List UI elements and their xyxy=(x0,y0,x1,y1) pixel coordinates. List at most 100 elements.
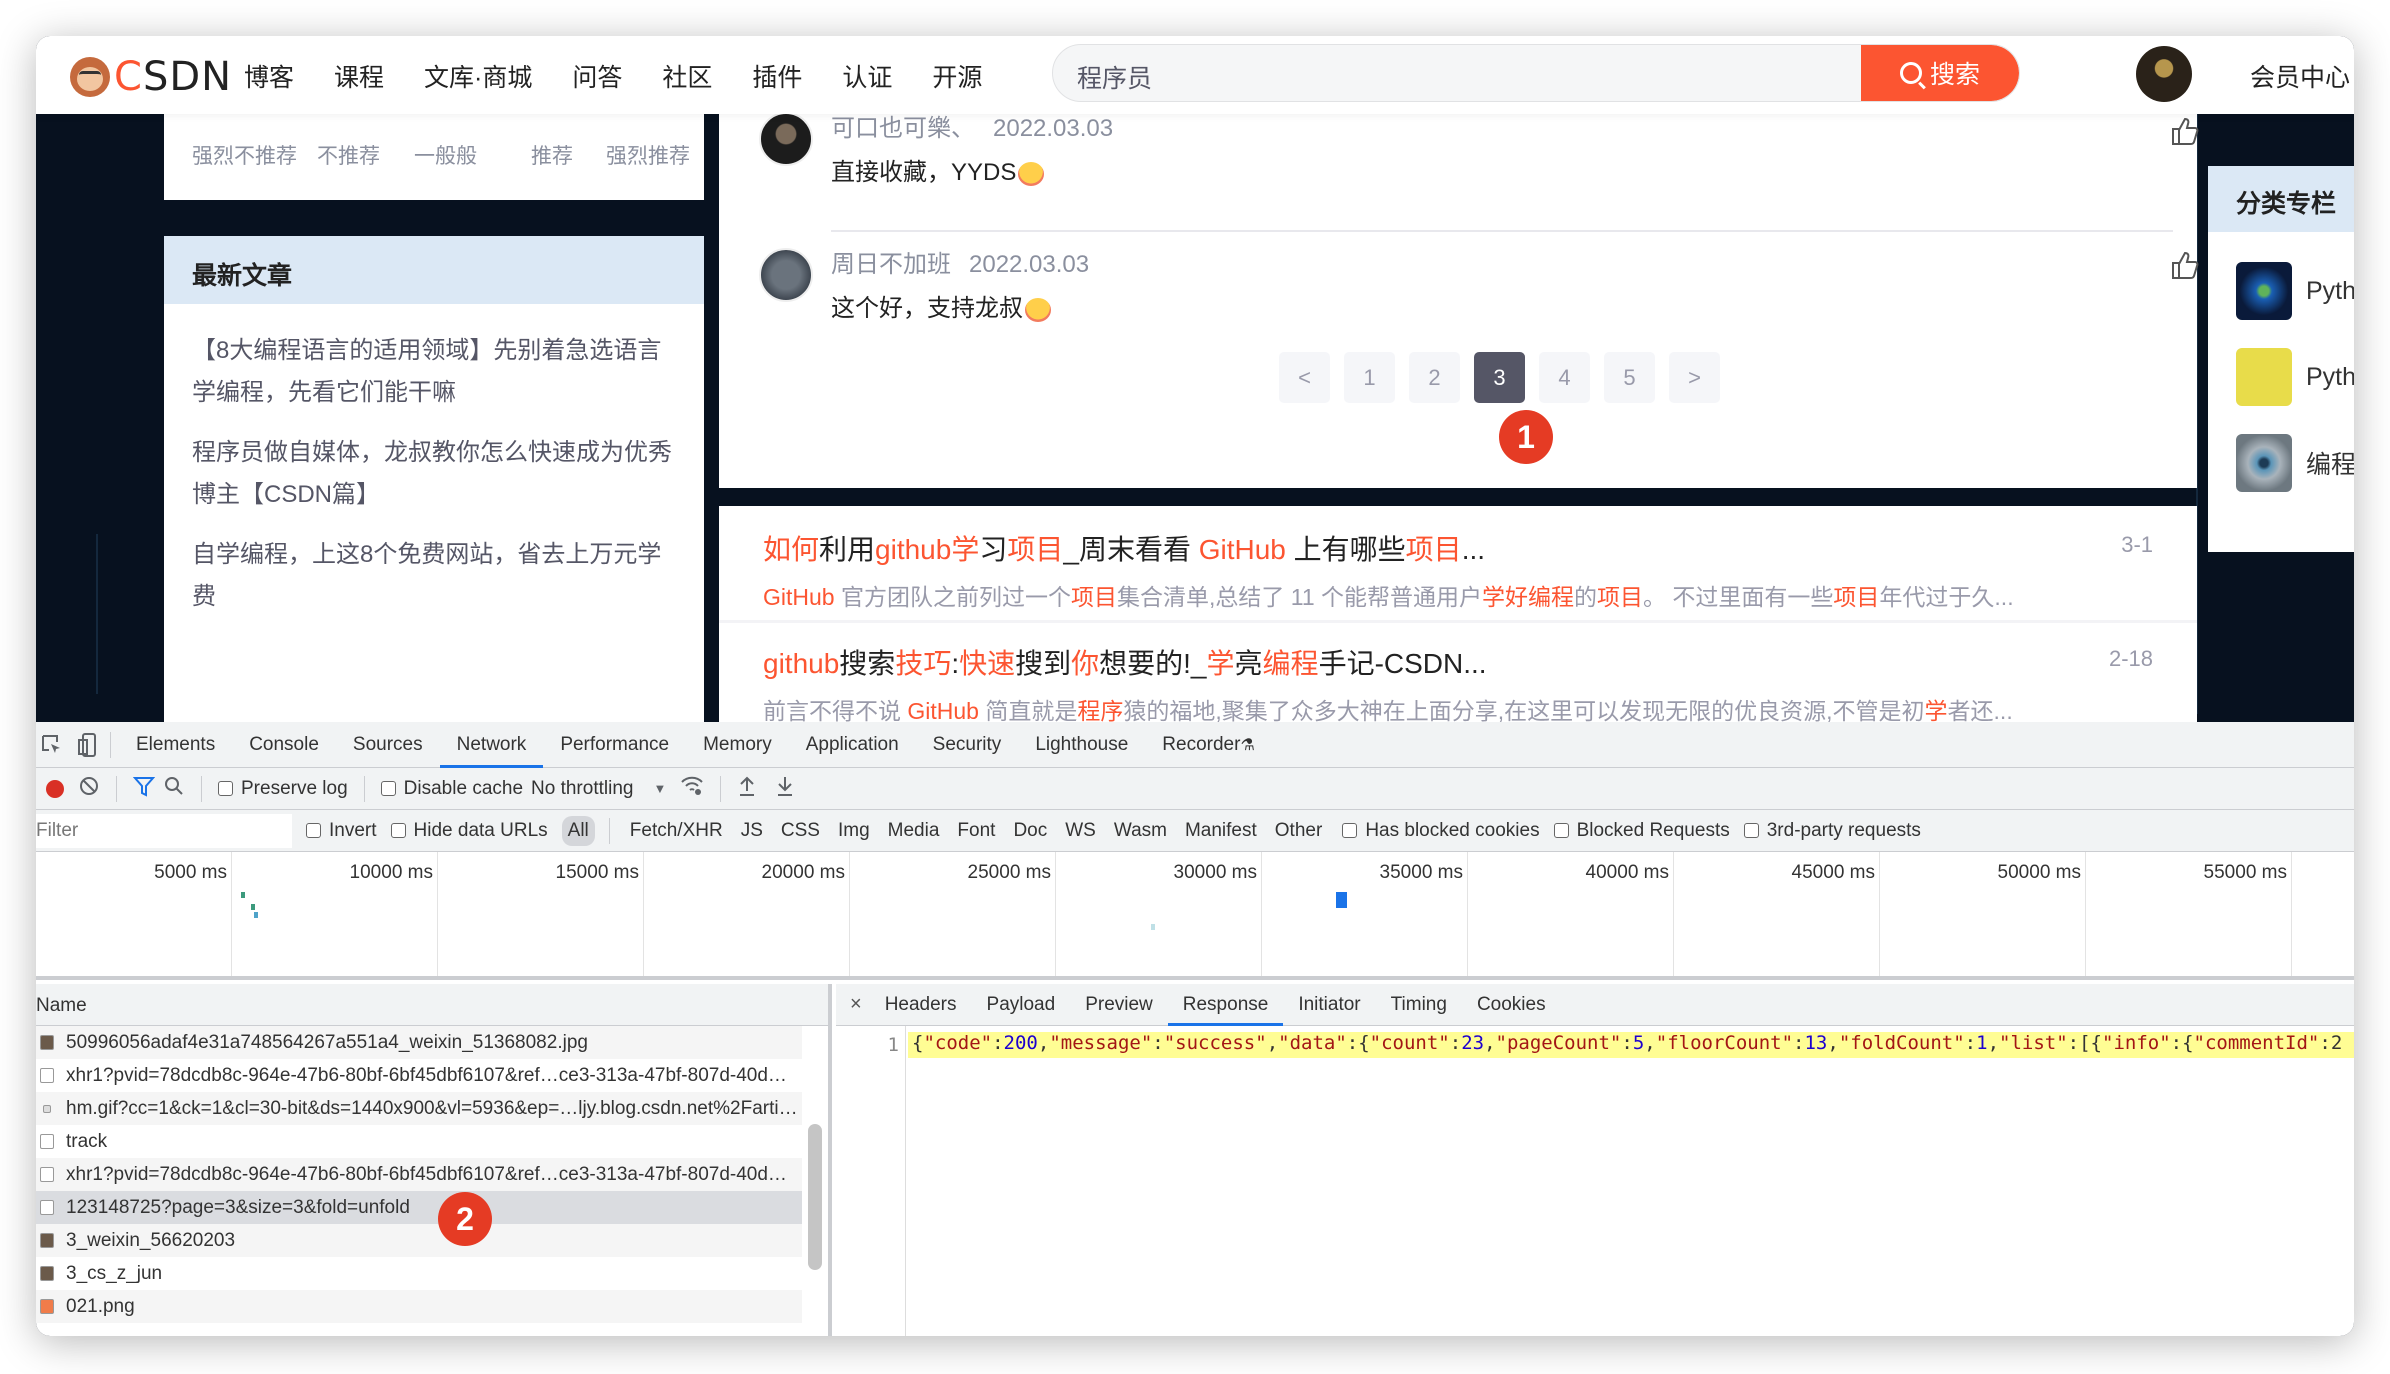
devtools-tab-application[interactable]: Application xyxy=(789,722,916,768)
network-overview-timeline[interactable]: 5000 ms 10000 ms 15000 ms 20000 ms 25000 ms 3… xyxy=(36,852,2354,980)
invert-checkbox[interactable]: Invert xyxy=(306,820,377,842)
export-har-icon[interactable] xyxy=(775,775,795,803)
rating-option[interactable]: 强烈不推荐 xyxy=(192,140,297,170)
resource-type-img[interactable]: Img xyxy=(832,816,876,846)
disable-cache-checkbox[interactable]: Disable cache xyxy=(380,778,523,800)
request-row[interactable]: 021.png xyxy=(36,1290,802,1323)
commenter-avatar[interactable] xyxy=(759,248,813,302)
request-row[interactable]: hm.gif?cc=1&ck=1&cl=30-bit&ds=1440x900&v… xyxy=(36,1092,802,1125)
related-article[interactable]: 如何利用github学习项目_周末看看 GitHub 上有哪些项目... GitH… xyxy=(763,528,2153,612)
latest-article-link[interactable]: 程序员做自媒体，龙叔教你怎么快速成为优秀博主【CSDN篇】 xyxy=(164,432,704,516)
device-toolbar-icon[interactable] xyxy=(74,731,102,759)
pagination-page-1[interactable]: 1 xyxy=(1344,352,1395,403)
request-row[interactable]: xhr1?pvid=78dcdb8c-964e-47b6-80bf-6bf45d… xyxy=(36,1158,802,1191)
resource-type-wasm[interactable]: Wasm xyxy=(1108,816,1173,846)
request-row[interactable]: 3_weixin_56620203 xyxy=(36,1224,802,1257)
nav-item[interactable]: 插件 xyxy=(752,58,802,94)
preserve-log-checkbox[interactable]: Preserve log xyxy=(218,778,348,800)
related-article-title[interactable]: github搜索技巧:快速搜到你想要的!_学亮编程手记-CSDN... xyxy=(763,642,2153,682)
resource-type-css[interactable]: CSS xyxy=(775,816,826,846)
vip-center-link[interactable]: 会员中心 xyxy=(2250,58,2350,94)
search-input[interactable]: 程序员 xyxy=(1077,59,1152,95)
rating-option[interactable]: 一般般 xyxy=(414,140,477,170)
resource-type-ws[interactable]: WS xyxy=(1059,816,1102,846)
hide-data-urls-checkbox[interactable]: Hide data URLs xyxy=(390,820,548,842)
nav-item[interactable]: 文库·商城 xyxy=(424,58,532,94)
nav-item[interactable]: 开源 xyxy=(932,58,982,94)
latest-article-link[interactable]: 【8大编程语言的适用领域】先别着急选语言学编程，先看它们能干嘛 xyxy=(164,330,704,414)
pagination-page-4[interactable]: 4 xyxy=(1539,352,1590,403)
request-row[interactable]: 3_cs_z_jun xyxy=(36,1257,802,1290)
throttling-select[interactable]: No throttling ▼ xyxy=(531,778,666,800)
close-icon[interactable]: × xyxy=(850,993,862,1016)
detail-tab-preview[interactable]: Preview xyxy=(1070,984,1168,1026)
resource-type-fetch-xhr[interactable]: Fetch/XHR xyxy=(624,816,729,846)
devtools-tab-network[interactable]: Network xyxy=(439,722,544,768)
inspect-element-icon[interactable] xyxy=(38,731,66,759)
devtools-tab-console[interactable]: Console xyxy=(232,722,336,768)
pagination-page-5[interactable]: 5 xyxy=(1604,352,1655,403)
resource-type-manifest[interactable]: Manifest xyxy=(1179,816,1263,846)
nav-item[interactable]: 博客 xyxy=(244,58,294,94)
pagination-page-3[interactable]: 3 xyxy=(1474,352,1525,403)
devtools-tab-memory[interactable]: Memory xyxy=(686,722,789,768)
category-item[interactable]: 编程 xyxy=(2236,434,2354,492)
record-button[interactable] xyxy=(46,779,64,798)
pagination-prev-button[interactable]: < xyxy=(1279,352,1330,403)
nav-item[interactable]: 认证 xyxy=(842,58,892,94)
related-article[interactable]: github搜索技巧:快速搜到你想要的!_学亮编程手记-CSDN... 前言不得不… xyxy=(763,642,2153,722)
devtools-tab-sources[interactable]: Sources xyxy=(336,722,440,768)
related-article-title[interactable]: 如何利用github学习项目_周末看看 GitHub 上有哪些项目... xyxy=(763,528,2153,568)
resource-type-all[interactable]: All xyxy=(561,815,595,846)
pagination-next-button[interactable]: > xyxy=(1669,352,1720,403)
resource-type-doc[interactable]: Doc xyxy=(1007,816,1053,846)
csdn-logo[interactable]: CSDN xyxy=(70,54,232,100)
search-icon[interactable] xyxy=(163,775,185,803)
category-item[interactable]: Pyth xyxy=(2236,262,2354,320)
request-row[interactable]: track xyxy=(36,1125,802,1158)
request-list-scrollbar[interactable] xyxy=(808,1124,822,1270)
devtools-tab-recorder[interactable]: Recorder ⚗ xyxy=(1145,722,1272,768)
filter-input[interactable]: Filter xyxy=(36,813,292,848)
devtools-tab-elements[interactable]: Elements xyxy=(119,722,232,768)
thumbs-up-icon[interactable] xyxy=(2171,116,2199,146)
detail-tab-cookies[interactable]: Cookies xyxy=(1462,984,1561,1026)
has-blocked-cookies-checkbox[interactable]: Has blocked cookies xyxy=(1342,820,1540,842)
resource-type-js[interactable]: JS xyxy=(735,816,769,846)
resource-type-font[interactable]: Font xyxy=(951,816,1001,846)
commenter-avatar[interactable] xyxy=(759,114,813,166)
resource-type-media[interactable]: Media xyxy=(882,816,946,846)
rating-option[interactable]: 强烈推荐 xyxy=(606,140,690,170)
devtools-tab-security[interactable]: Security xyxy=(916,722,1019,768)
thumbs-up-icon[interactable] xyxy=(2171,250,2199,280)
devtools-tab-lighthouse[interactable]: Lighthouse xyxy=(1018,722,1145,768)
rating-option[interactable]: 不推荐 xyxy=(317,140,380,170)
clear-icon[interactable] xyxy=(78,775,100,803)
detail-tab-initiator[interactable]: Initiator xyxy=(1283,984,1375,1026)
filter-funnel-icon[interactable] xyxy=(132,775,156,803)
network-conditions-icon[interactable] xyxy=(680,775,704,803)
latest-article-link[interactable]: 自学编程，上这8个免费网站，省去上万元学费 xyxy=(164,534,704,618)
request-row[interactable]: 123148725?page=3&size=3&fold=unfold xyxy=(36,1191,802,1224)
user-avatar[interactable] xyxy=(2136,46,2192,102)
devtools-tab-performance[interactable]: Performance xyxy=(543,722,686,768)
import-har-icon[interactable] xyxy=(737,775,757,803)
commenter-name[interactable]: 周日不加班 xyxy=(831,251,951,278)
search-button[interactable]: 搜索 xyxy=(1861,45,2019,101)
blocked-requests-checkbox[interactable]: Blocked Requests xyxy=(1553,820,1730,842)
detail-tab-headers[interactable]: Headers xyxy=(870,984,972,1026)
name-column-header[interactable]: Name xyxy=(36,984,828,1026)
third-party-requests-checkbox[interactable]: 3rd-party requests xyxy=(1743,820,1921,842)
nav-item[interactable]: 课程 xyxy=(334,58,384,94)
rating-option[interactable]: 推荐 xyxy=(531,140,573,170)
nav-item[interactable]: 问答 xyxy=(572,58,622,94)
nav-item[interactable]: 社区 xyxy=(662,58,712,94)
commenter-name[interactable]: 可口也可樂、 xyxy=(831,115,975,142)
resource-type-other[interactable]: Other xyxy=(1269,816,1329,846)
detail-tab-payload[interactable]: Payload xyxy=(972,984,1071,1026)
response-body[interactable]: 1 {"code":200,"message":"success","data"… xyxy=(836,1026,2354,1336)
request-row[interactable]: 50996056adaf4e31a748564267a551a4_weixin_… xyxy=(36,1026,802,1059)
detail-tab-response[interactable]: Response xyxy=(1167,984,1284,1026)
detail-tab-timing[interactable]: Timing xyxy=(1376,984,1462,1026)
category-item[interactable]: Pyth xyxy=(2236,348,2354,406)
